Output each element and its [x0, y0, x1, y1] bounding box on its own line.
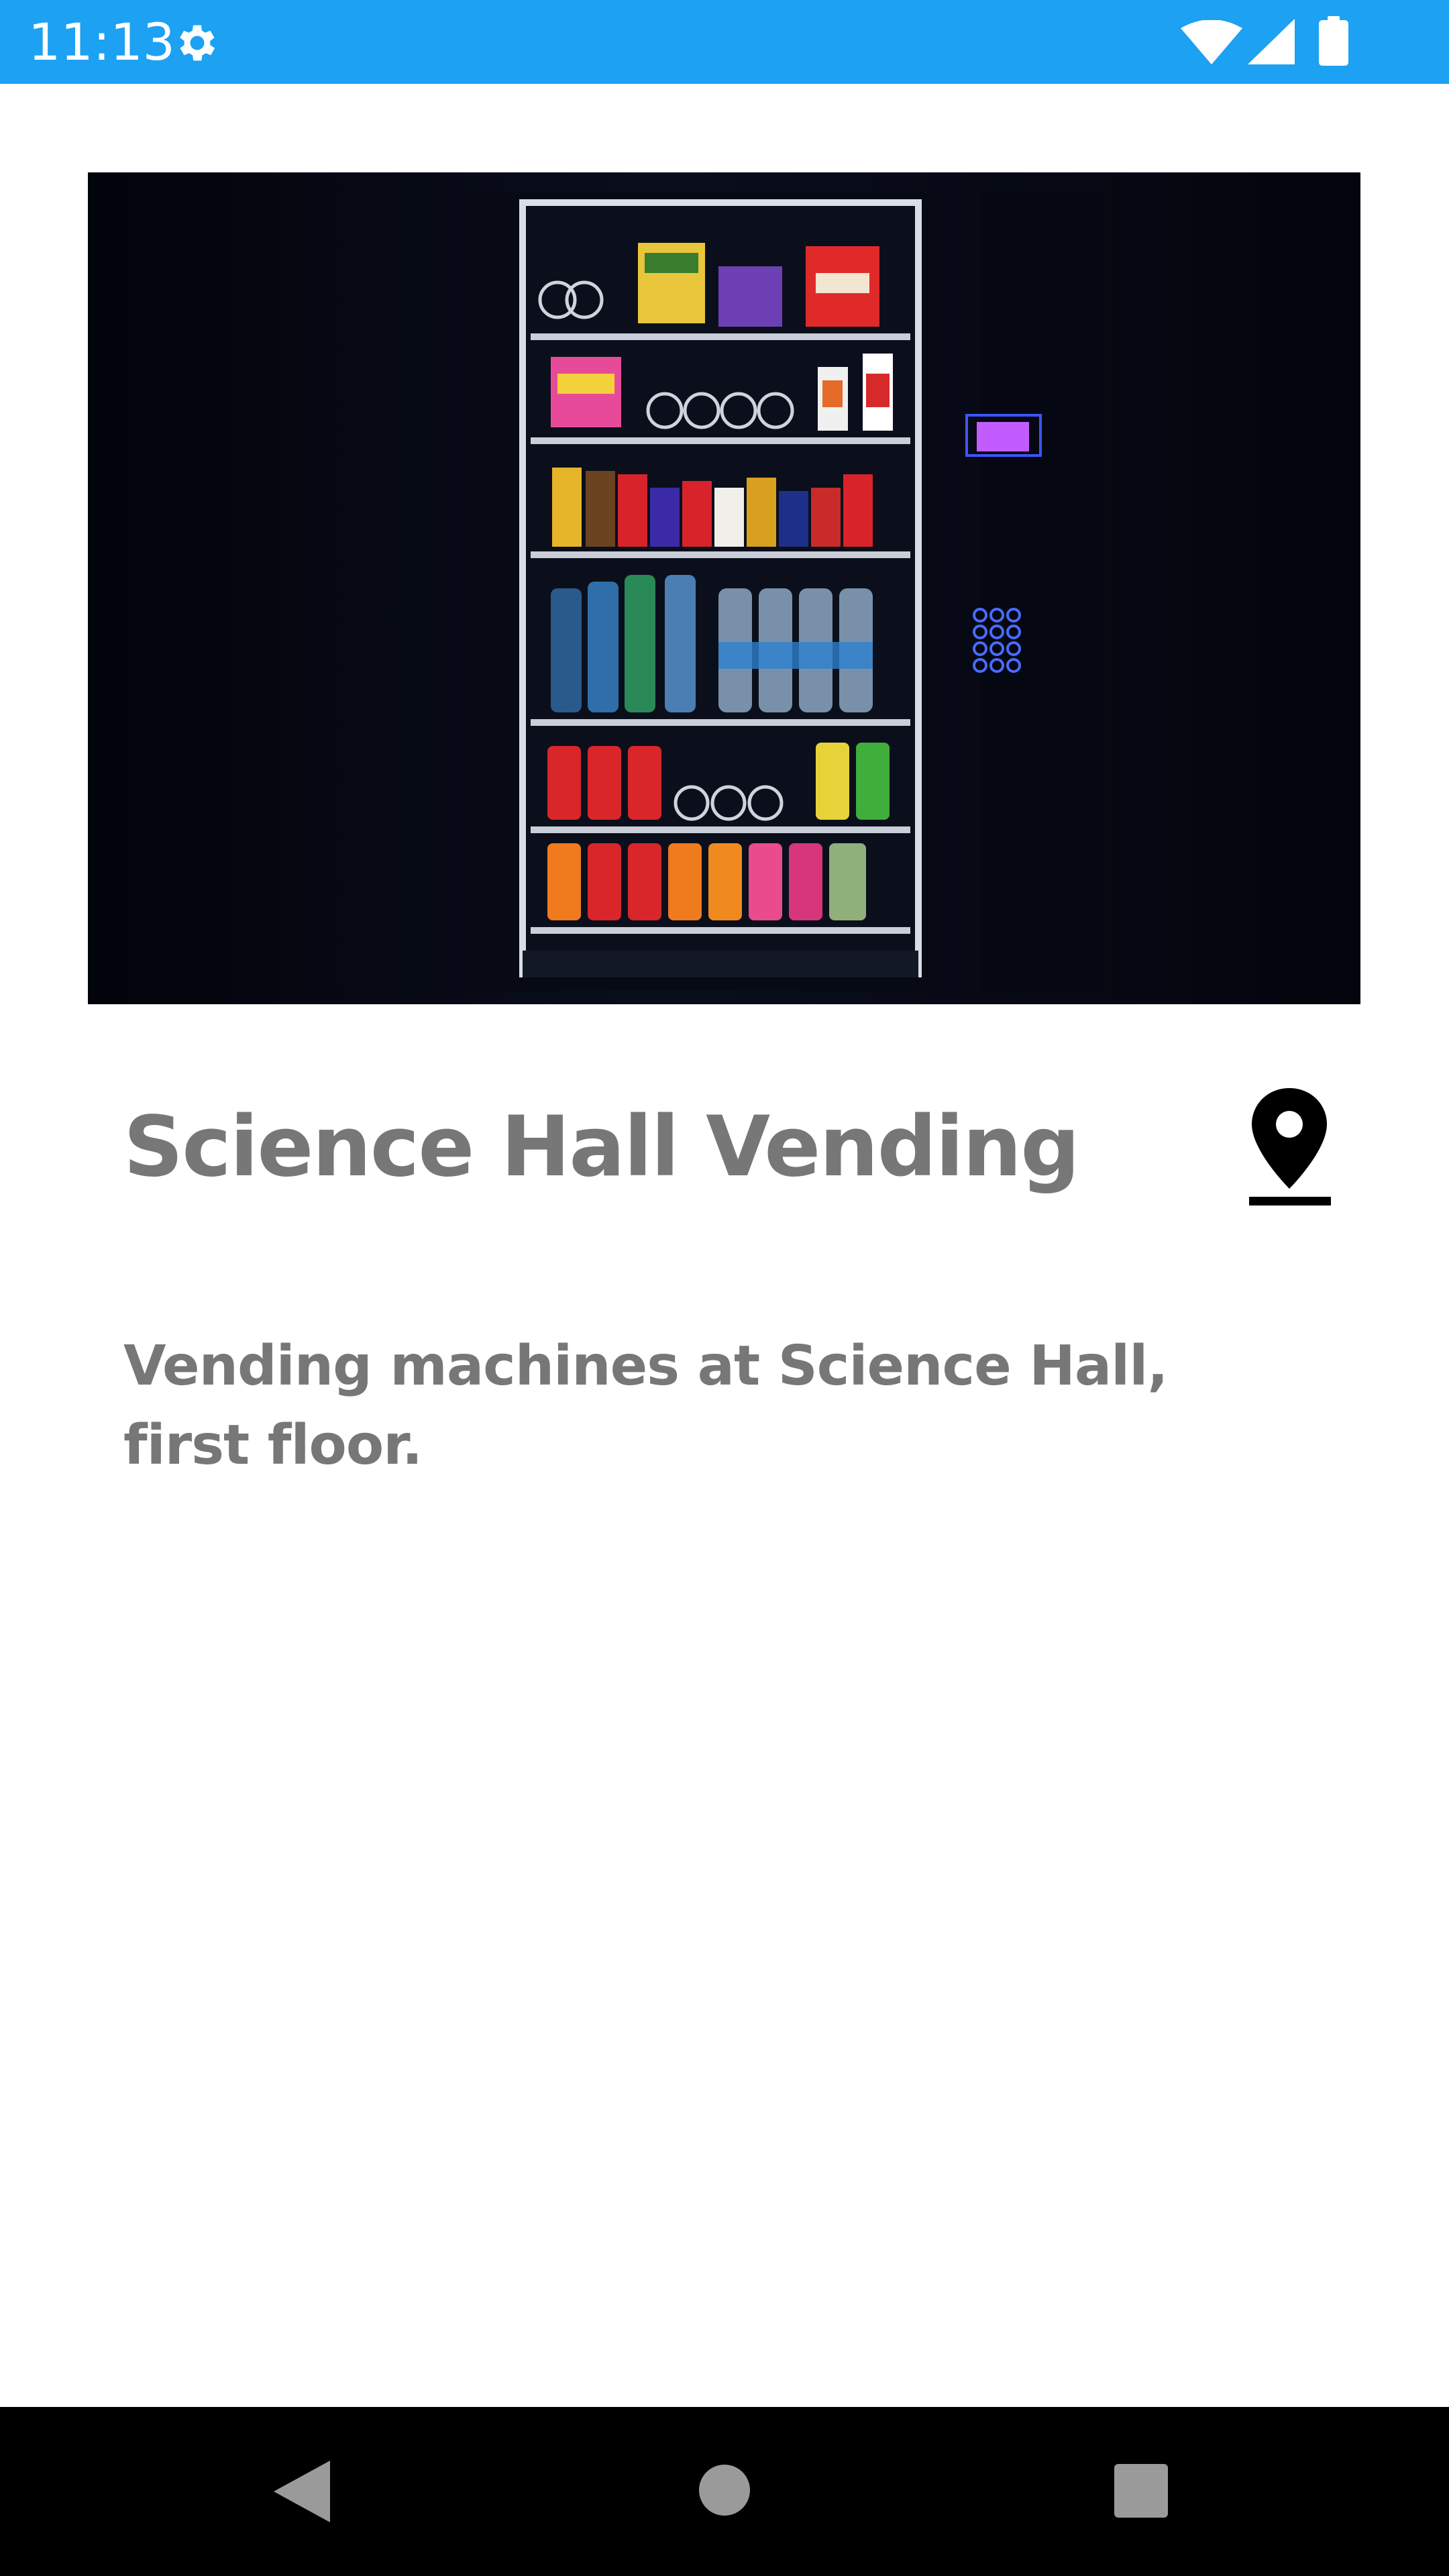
location-button[interactable]: [1242, 1081, 1336, 1209]
vending-machine-illustration: [88, 172, 1360, 1004]
wifi-icon: [1181, 20, 1242, 64]
recents-icon[interactable]: [1114, 2464, 1168, 2518]
status-time: 11:13: [28, 12, 176, 72]
map-pin-icon: [1249, 1088, 1331, 1205]
home-icon[interactable]: [698, 2463, 751, 2517]
hero-image: [88, 172, 1360, 1004]
description-text: Vending machines at Science Hall, first …: [123, 1334, 1169, 1477]
back-icon[interactable]: [274, 2461, 330, 2522]
page-title: Science Hall Vending: [123, 1099, 1080, 1195]
battery-icon: [1319, 16, 1348, 66]
status-icons: [1181, 0, 1449, 84]
status-bar: 11:13: [0, 0, 1449, 84]
signal-icon: [1248, 19, 1295, 64]
navigation-bar: [0, 2407, 1449, 2576]
gear-icon: [180, 25, 215, 61]
